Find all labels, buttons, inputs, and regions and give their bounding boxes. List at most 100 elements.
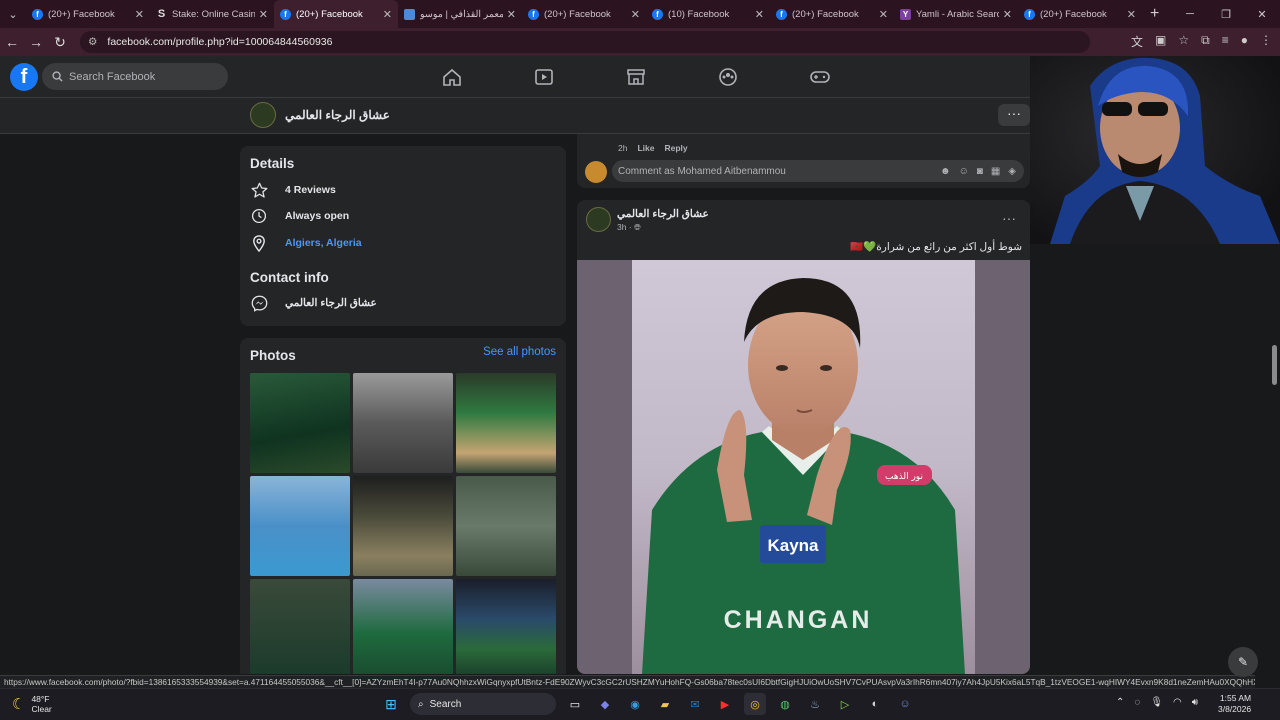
tab-stake[interactable]: S Stake: Online Casino ✕: [150, 0, 274, 28]
location-row[interactable]: Algiers, Algeria: [250, 234, 362, 252]
media-icon[interactable]: ≡: [1222, 33, 1229, 50]
taskbar-clock[interactable]: 1:55 AM 3/8/2026: [1218, 693, 1251, 715]
chrome-icon[interactable]: ◎: [744, 693, 766, 715]
jersey-brand: CHANGAN: [724, 606, 873, 634]
file-explorer-icon[interactable]: ▰: [654, 693, 676, 715]
photo-thumbnail[interactable]: [250, 579, 350, 674]
close-tab-icon[interactable]: ✕: [259, 8, 268, 21]
avatar-sticker-icon[interactable]: ☻: [940, 166, 951, 177]
close-tab-icon[interactable]: ✕: [507, 8, 516, 21]
game-launcher-icon[interactable]: ▷: [834, 693, 856, 715]
photo-thumbnail[interactable]: [250, 476, 350, 576]
facebook-logo[interactable]: f: [10, 63, 38, 91]
close-tab-icon[interactable]: ✕: [135, 8, 144, 21]
groups-icon[interactable]: [718, 68, 738, 86]
close-tab-icon[interactable]: ✕: [383, 8, 392, 21]
new-message-button[interactable]: ✎: [1228, 647, 1258, 677]
minimize-icon[interactable]: ─: [1172, 0, 1208, 28]
like-comment-button[interactable]: Like: [637, 143, 654, 153]
extensions-icon[interactable]: ⧉: [1201, 33, 1210, 50]
feed-post: عشاق الرجاء العالمي 3h · 🌐︎ ··· شوط أول …: [577, 200, 1030, 674]
weather-widget[interactable]: ☾ 48°F Clear: [12, 694, 52, 714]
close-tab-icon[interactable]: ✕: [1127, 8, 1136, 21]
see-all-photos-link[interactable]: See all photos: [483, 346, 556, 358]
close-tab-icon[interactable]: ✕: [1003, 8, 1012, 21]
tray-app-icon[interactable]: ◌: [1134, 697, 1140, 708]
post-timestamp[interactable]: 3h · 🌐︎: [617, 222, 641, 233]
address-bar[interactable]: ⚙ facebook.com/profile.php?id=1000648445…: [80, 31, 1090, 53]
page-name[interactable]: عشاق الرجاء العالمي: [285, 108, 390, 122]
post-options-icon[interactable]: ···: [1002, 210, 1016, 226]
reload-icon[interactable]: ↻: [48, 34, 72, 51]
profile-avatar-icon[interactable]: ●: [1241, 33, 1248, 50]
emoji-icon[interactable]: ☺: [959, 166, 969, 177]
close-tab-icon[interactable]: ✕: [879, 8, 888, 21]
camera-icon[interactable]: ◙: [977, 166, 983, 177]
menu-icon[interactable]: ⋮: [1260, 33, 1272, 50]
tab-facebook-2[interactable]: f (20+) Facebook ✕: [522, 0, 646, 28]
bookmark-star-icon[interactable]: ☆: [1178, 33, 1189, 50]
scrollbar-thumb[interactable]: [1272, 345, 1277, 385]
post-author-name[interactable]: عشاق الرجاء العالمي: [617, 208, 709, 220]
edge-icon[interactable]: ◉: [624, 693, 646, 715]
marketplace-icon[interactable]: [626, 68, 646, 86]
xbox-icon[interactable]: ◍: [774, 693, 796, 715]
forward-icon[interactable]: →: [24, 34, 48, 50]
tab-facebook-4[interactable]: f (20+) Facebook ✕: [770, 0, 894, 28]
cast-icon[interactable]: ▣: [1155, 33, 1166, 50]
more-options-button[interactable]: ···: [998, 104, 1030, 126]
tray-overflow-icon[interactable]: ⌃: [1116, 697, 1124, 708]
close-window-icon[interactable]: ✕: [1244, 0, 1280, 28]
task-view-icon[interactable]: ▭: [564, 693, 586, 715]
photo-thumbnail[interactable]: [353, 373, 453, 473]
discord-icon[interactable]: ☺: [894, 693, 916, 715]
teams-icon[interactable]: ◆: [594, 693, 616, 715]
youtube-icon[interactable]: ▶: [714, 693, 736, 715]
system-tray: ⌃ ◌ 🎙︎ ◠ 🔊︎: [1116, 697, 1198, 708]
photo-thumbnail[interactable]: [250, 373, 350, 473]
tab-facebook-5[interactable]: f (20+) Facebook ✕: [1018, 0, 1142, 28]
obs-icon[interactable]: ◐: [864, 693, 886, 715]
site-info-icon[interactable]: ⚙: [88, 36, 97, 48]
outlook-icon[interactable]: ✉: [684, 693, 706, 715]
photo-thumbnail[interactable]: [456, 579, 556, 674]
photo-thumbnail[interactable]: [353, 476, 453, 576]
comment-input[interactable]: Comment as Mohamed Aitbenammou ☻ ☺ ◙ ▦ ◈: [612, 160, 1024, 182]
photo-thumbnail[interactable]: [456, 373, 556, 473]
sticker-icon[interactable]: ◈: [1008, 166, 1016, 177]
tab-yamli[interactable]: Y Yamli - Arabic Search ✕: [894, 0, 1018, 28]
photo-thumbnail[interactable]: [353, 579, 453, 674]
photo-thumbnail[interactable]: [456, 476, 556, 576]
steam-icon[interactable]: ♨: [804, 693, 826, 715]
tab-gaddafi[interactable]: معمر القذافي | موسو…✕: [398, 0, 522, 28]
gaming-icon[interactable]: [810, 68, 830, 86]
microphone-icon[interactable]: 🎙︎: [1150, 697, 1163, 708]
close-tab-icon[interactable]: ✕: [631, 8, 640, 21]
search-icon: [52, 71, 63, 82]
back-icon[interactable]: ←: [0, 34, 24, 50]
tab-search-button[interactable]: ⌄: [0, 0, 26, 28]
page-avatar[interactable]: [250, 102, 276, 128]
messenger-contact-row[interactable]: عشاق الرجاء العالمي: [250, 294, 377, 312]
taskbar-search[interactable]: ⌕ Search: [410, 693, 556, 715]
post-author-avatar[interactable]: [586, 207, 611, 232]
restore-icon[interactable]: ❐: [1208, 0, 1244, 28]
taskbar-apps: ⊞ ⌕ Search ▭ ◆ ◉ ▰ ✉ ▶ ◎ ◍ ♨ ▷ ◐ ☺: [380, 693, 916, 715]
translate-icon[interactable]: 文: [1131, 33, 1143, 50]
windows-start-icon[interactable]: ⊞: [380, 693, 402, 715]
wifi-icon[interactable]: ◠: [1173, 697, 1182, 708]
close-tab-icon[interactable]: ✕: [755, 8, 764, 21]
toolbar-icons: 文 ▣ ☆ ⧉ ≡ ● ⋮: [1131, 33, 1272, 50]
tab-facebook-active[interactable]: f (20+) Facebook ✕: [274, 0, 398, 28]
tab-facebook-3[interactable]: f (10) Facebook ✕: [646, 0, 770, 28]
video-icon[interactable]: [534, 68, 554, 86]
facebook-search-input[interactable]: Search Facebook: [42, 63, 228, 90]
gif-icon[interactable]: ▦: [991, 166, 1000, 177]
tab-facebook-1[interactable]: f (20+) Facebook ✕: [26, 0, 150, 28]
new-tab-button[interactable]: +: [1150, 5, 1159, 23]
reviews-row[interactable]: 4 Reviews: [250, 181, 336, 199]
volume-icon[interactable]: 🔊︎: [1192, 697, 1198, 708]
home-icon[interactable]: [442, 68, 462, 86]
reply-comment-button[interactable]: Reply: [664, 143, 687, 153]
webcam-overlay: [1030, 56, 1280, 244]
